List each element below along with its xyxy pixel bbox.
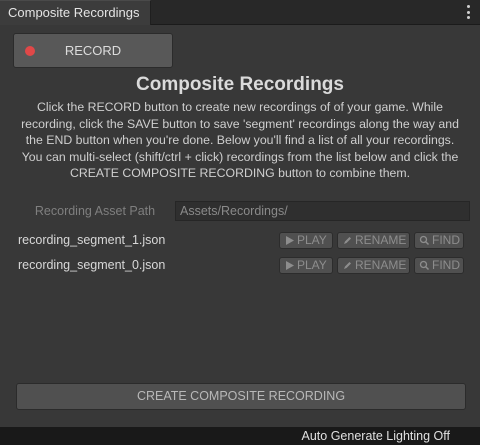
play-icon: [286, 261, 294, 270]
find-button[interactable]: FIND: [414, 257, 464, 274]
rename-button[interactable]: RENAME: [337, 257, 410, 274]
description-text: Click the RECORD button to create new re…: [21, 100, 459, 181]
record-button-label: RECORD: [64, 43, 122, 58]
play-button[interactable]: PLAY: [279, 232, 333, 249]
find-button-label: FIND: [432, 258, 460, 272]
magnifier-icon: [419, 260, 430, 271]
rename-button[interactable]: RENAME: [337, 232, 410, 249]
recording-row[interactable]: recording_segment_1.json PLAY RENAME FIN…: [0, 231, 480, 251]
record-dot-icon: [25, 46, 35, 56]
play-icon: [286, 236, 294, 245]
tab-bar: Composite Recordings: [0, 0, 480, 25]
recording-name: recording_segment_1.json: [18, 233, 166, 247]
create-composite-recording-button[interactable]: CREATE COMPOSITE RECORDING: [16, 383, 466, 410]
tab-composite-recordings[interactable]: Composite Recordings: [0, 0, 151, 25]
pencil-icon: [344, 262, 351, 269]
rename-button-label: RENAME: [355, 258, 407, 272]
composite-recordings-window: Composite Recordings RECORD Composite Re…: [0, 0, 480, 427]
play-button-label: PLAY: [297, 233, 327, 247]
rename-button-label: RENAME: [355, 233, 407, 247]
recording-row[interactable]: recording_segment_0.json PLAY RENAME FIN…: [0, 256, 480, 276]
play-button-label: PLAY: [297, 258, 327, 272]
lighting-status-text[interactable]: Auto Generate Lighting Off: [302, 428, 450, 444]
play-button[interactable]: PLAY: [279, 257, 333, 274]
status-bar: Auto Generate Lighting Off: [0, 427, 480, 445]
asset-path-field[interactable]: Assets/Recordings/: [175, 201, 470, 221]
kebab-menu-icon[interactable]: [466, 5, 470, 19]
record-button[interactable]: RECORD: [13, 33, 173, 68]
pencil-icon: [344, 237, 351, 244]
find-button[interactable]: FIND: [414, 232, 464, 249]
page-title: Composite Recordings: [136, 74, 344, 95]
find-button-label: FIND: [432, 233, 460, 247]
asset-path-label: Recording Asset Path: [34, 204, 156, 218]
recording-name: recording_segment_0.json: [18, 258, 166, 272]
magnifier-icon: [419, 235, 430, 246]
